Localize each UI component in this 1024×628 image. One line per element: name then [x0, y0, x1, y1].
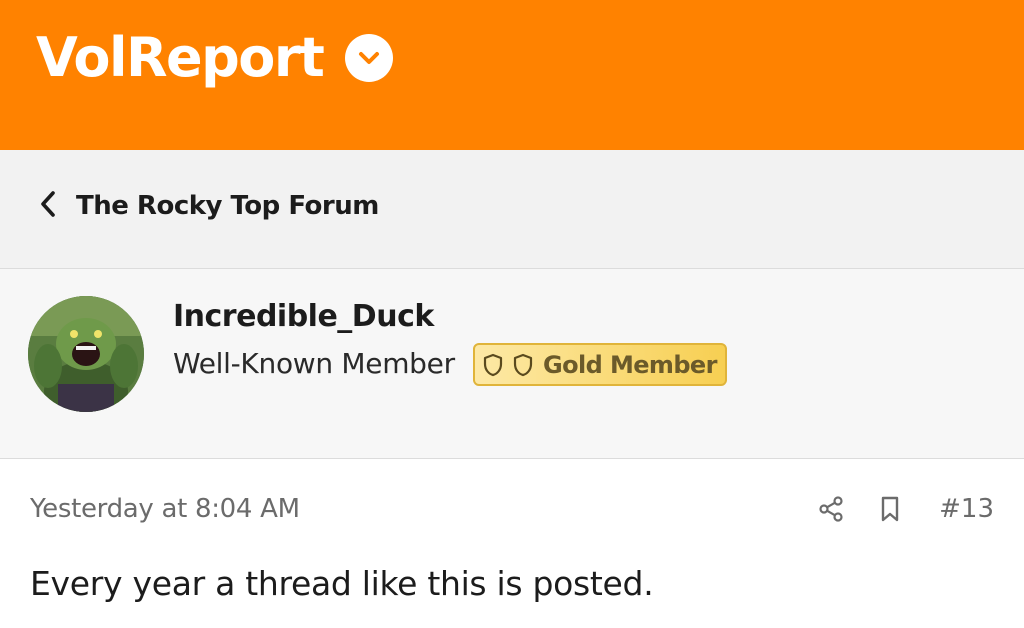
gold-member-badge: Gold Member	[473, 343, 727, 386]
share-icon[interactable]	[817, 495, 845, 523]
back-to-forum-link[interactable]: The Rocky Top Forum	[40, 190, 379, 222]
chevron-down-icon[interactable]	[345, 34, 394, 82]
breadcrumb: The Rocky Top Forum	[0, 150, 1024, 269]
post-author-panel: Incredible_Duck Well-Known Member Gold M…	[0, 269, 1024, 459]
breadcrumb-label: The Rocky Top Forum	[76, 191, 379, 221]
site-header: VolReport	[0, 0, 1024, 150]
chevron-left-icon	[40, 190, 56, 222]
shield-icon	[483, 353, 503, 377]
site-name: VolReport	[36, 26, 325, 89]
badge-label: Gold Member	[543, 350, 717, 379]
post-body: Every year a thread like this is posted.	[30, 564, 654, 603]
post-actions: #13	[817, 494, 994, 524]
username[interactable]: Incredible_Duck	[173, 299, 434, 334]
post-timestamp[interactable]: Yesterday at 8:04 AM	[30, 494, 300, 524]
site-logo[interactable]: VolReport	[36, 26, 394, 90]
bookmark-icon[interactable]	[879, 495, 901, 523]
post-number-link[interactable]: #13	[939, 494, 994, 524]
avatar[interactable]	[28, 296, 144, 412]
shield-icon	[513, 353, 533, 377]
user-title: Well-Known Member	[173, 347, 455, 380]
